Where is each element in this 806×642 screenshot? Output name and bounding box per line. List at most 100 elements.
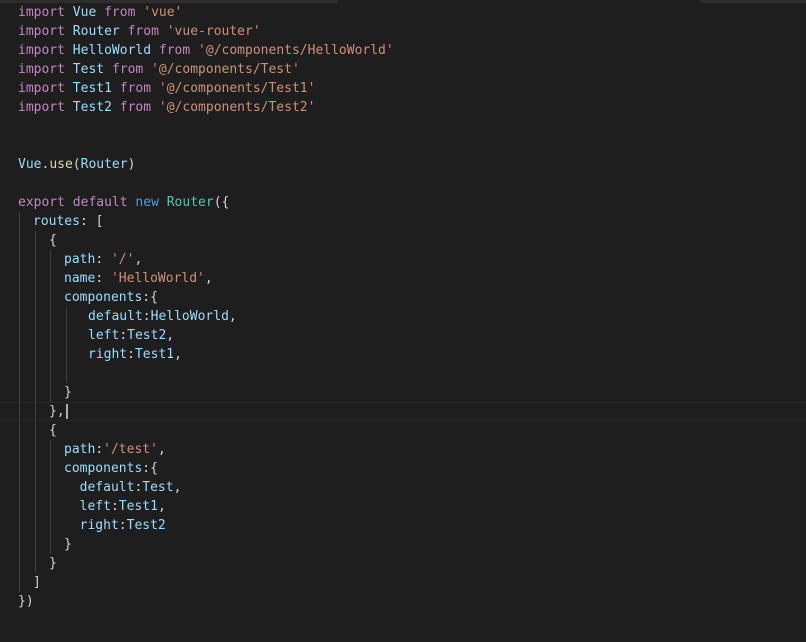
code-token: '@/components/HelloWorld' [198,43,394,58]
code-text: export default new Router({ [18,193,229,212]
code-line[interactable]: path: '/', [0,250,806,269]
indent-guide [35,288,36,307]
code-line[interactable]: name: 'HelloWorld', [0,269,806,288]
code-token: }) [18,594,34,609]
code-line[interactable]: } [0,383,806,402]
code-area[interactable]: import Vue from 'vue' import Router from … [0,3,806,611]
indent-guide [35,402,36,421]
indent-guide [50,269,51,288]
code-text: import Test1 from '@/components/Test1' [18,79,315,98]
code-token: import [18,81,65,96]
code-token: from [127,24,159,39]
code-line[interactable]: path:'/test', [0,440,806,459]
code-text: }) [18,592,34,611]
code-token: from [158,43,191,58]
code-line[interactable]: components:{ [0,459,806,478]
code-line[interactable]: default:HelloWorld, [0,307,806,326]
indent-guide [35,250,36,269]
code-editor[interactable]: import Vue from 'vue' import Router from … [0,0,806,642]
code-line[interactable]: import HelloWorld from '@/components/Hel… [0,41,806,60]
text-cursor [66,404,68,419]
code-line[interactable]: }, [0,402,806,421]
indent-guide [50,345,51,364]
code-line[interactable]: routes: [ [0,212,806,231]
code-token: Vue [18,157,42,172]
code-token: components [64,290,143,305]
code-line[interactable]: right:Test1, [0,345,806,364]
code-line[interactable]: import Vue from 'vue' [0,3,806,22]
code-line[interactable]: import Router from 'vue-router' [0,22,806,41]
code-token: :{ [142,461,158,476]
code-line[interactable] [0,136,806,155]
code-token: 'HelloWorld' [110,271,205,286]
indent-guide [35,345,36,364]
code-token: right [88,347,128,362]
code-token: ) [127,157,136,172]
code-text: name: 'HelloWorld', [64,269,213,288]
indent-guide [50,307,51,326]
code-line[interactable]: } [0,554,806,573]
indent-guide [35,421,36,440]
code-text: import Router from 'vue-router' [18,22,261,41]
code-token: routes [33,214,80,229]
code-line[interactable]: { [0,231,806,250]
indent-guide [50,478,51,497]
code-token: use [49,157,73,172]
code-token: Router [80,157,128,172]
code-line[interactable]: ] [0,573,806,592]
code-token: , [174,347,182,362]
code-line[interactable]: { [0,421,806,440]
code-line[interactable]: default:Test, [0,478,806,497]
code-token: '@/components/Test1' [158,81,316,96]
code-token: from [119,81,152,96]
indent-guide [35,459,36,478]
code-token: from [119,100,152,115]
code-text: path:'/test', [64,440,166,459]
code-line[interactable]: right:Test2 [0,516,806,535]
code-text: ] [33,573,41,592]
code-line[interactable]: import Test1 from '@/components/Test1' [0,79,806,98]
code-text: import HelloWorld from '@/components/Hel… [18,41,394,60]
code-line[interactable]: }) [0,592,806,611]
code-line[interactable]: left:Test2, [0,326,806,345]
indent-guide [50,516,51,535]
code-line[interactable]: Vue.use(Router) [0,155,806,174]
code-token: Test2 [126,518,166,533]
code-line[interactable]: left:Test1, [0,497,806,516]
code-text: default:Test, [64,478,182,497]
code-token: export [18,195,65,210]
code-token: , [228,309,237,324]
code-line[interactable]: } [0,535,806,554]
indent-guide [50,535,51,554]
code-token: right [79,518,119,533]
indent-guide [19,535,20,554]
code-token: : [95,442,104,457]
indent-guide [50,497,51,516]
code-token: , [204,271,213,286]
code-line[interactable] [0,174,806,193]
code-line[interactable]: components:{ [0,288,806,307]
indent-guide [50,459,51,478]
code-token: default [79,480,135,495]
code-line[interactable] [0,117,806,136]
indent-guide [19,554,20,573]
code-line[interactable]: import Test2 from '@/components/Test2' [0,98,806,117]
code-line[interactable] [0,364,806,383]
code-token: { [49,233,57,248]
code-line[interactable]: export default new Router({ [0,193,806,212]
code-line[interactable]: import Test from '@/components/Test' [0,60,806,79]
code-text: routes: [ [33,212,103,231]
indent-guide [35,554,36,573]
code-text: } [64,383,72,402]
code-text: components:{ [64,288,158,307]
code-token: name [64,271,96,286]
code-token: : [119,328,128,343]
code-token: , [166,328,175,343]
code-token: :{ [142,290,158,305]
